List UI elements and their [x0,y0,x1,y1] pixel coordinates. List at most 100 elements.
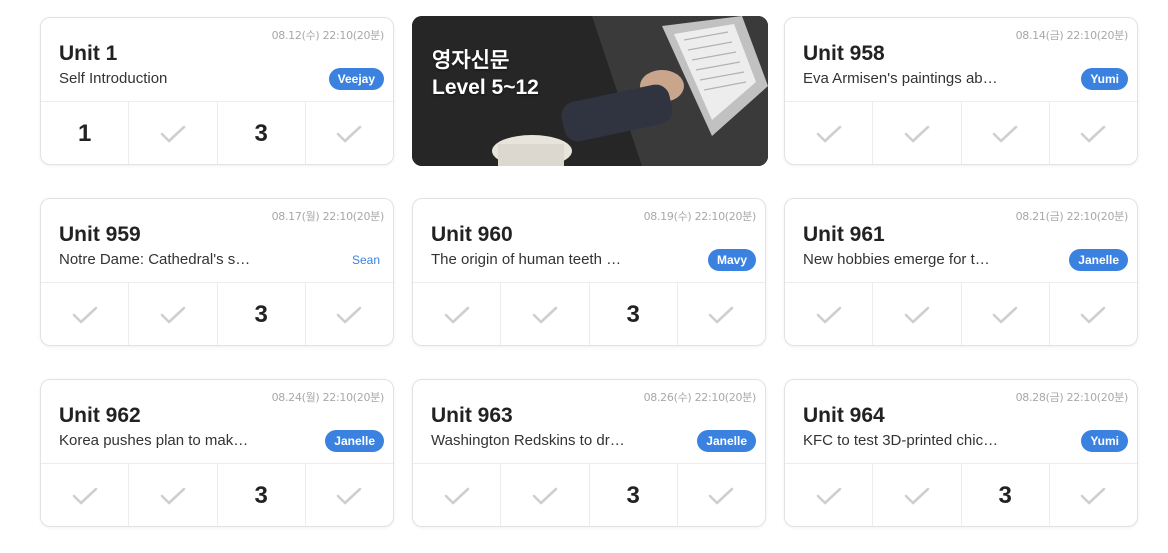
lesson-grid: 08.12(수) 22:10(20분) Unit 1 Self Introduc… [0,0,1168,553]
step-cell[interactable] [785,102,874,164]
check-icon [444,306,469,324]
unit-title: Unit 960 [431,223,513,246]
check-icon [160,306,186,324]
check-icon [1081,487,1106,505]
lesson-card-unit-959[interactable]: 08.17(월) 22:10(20분) Unit 959 Notre Dame:… [40,198,394,346]
unit-subtitle: Eva Armisen's paintings ab… [803,70,998,87]
step-cell[interactable]: 3 [218,283,306,345]
step-cell[interactable]: 3 [590,283,678,345]
check-icon [816,306,841,324]
step-cell[interactable] [873,102,962,164]
step-cell[interactable] [678,464,765,526]
step-cell[interactable] [1050,102,1137,164]
check-icon [904,487,930,505]
step-cell[interactable] [785,464,874,526]
step-cell[interactable] [413,464,502,526]
check-icon [532,487,558,505]
unit-subtitle: The origin of human teeth … [431,251,622,268]
check-icon [709,487,734,505]
check-icon [444,487,469,505]
progress-row: 3 [41,283,393,345]
check-icon [992,125,1018,143]
check-icon [904,306,930,324]
step-cell[interactable]: 3 [218,464,306,526]
step-cell[interactable] [501,464,590,526]
step-cell[interactable] [873,283,962,345]
banner-title: 영자신문 [432,48,510,72]
check-icon [1081,306,1106,324]
lesson-date: 08.19(수) 22:10(20분) [643,210,757,223]
tutor-badge: Yumi [1081,68,1128,90]
step-cell[interactable] [306,464,393,526]
step-cell[interactable] [785,283,874,345]
tutor-badge: Mavy [707,249,756,271]
step-cell[interactable] [41,283,130,345]
check-icon [904,125,930,143]
lesson-card-unit-1[interactable]: 08.12(수) 22:10(20분) Unit 1 Self Introduc… [40,17,394,165]
lesson-date: 08.28(금) 22:10(20분) [1015,391,1129,404]
progress-row [785,102,1137,164]
step-cell[interactable] [962,102,1050,164]
unit-title: Unit 962 [59,404,141,427]
lesson-date: 08.17(월) 22:10(20분) [271,210,385,223]
step-cell[interactable]: 3 [218,102,306,164]
step-cell[interactable] [129,102,218,164]
step-cell[interactable] [306,283,393,345]
progress-row: 3 [785,464,1137,526]
card-header: 08.19(수) 22:10(20분) Unit 960 The origin … [413,199,765,283]
check-icon [709,306,734,324]
check-icon [337,125,362,143]
step-cell[interactable] [1050,464,1137,526]
progress-row: 3 [41,464,393,526]
card-header: 08.12(수) 22:10(20분) Unit 1 Self Introduc… [41,18,393,102]
lesson-card-unit-964[interactable]: 08.28(금) 22:10(20분) Unit 964 KFC to test… [784,379,1138,527]
banner-level: Level 5~12 [432,76,539,99]
lesson-date: 08.12(수) 22:10(20분) [271,29,385,42]
lesson-card-unit-960[interactable]: 08.19(수) 22:10(20분) Unit 960 The origin … [412,198,766,346]
tutor-badge: Janelle [325,430,384,452]
lesson-card-unit-963[interactable]: 08.26(수) 22:10(20분) Unit 963 Washington … [412,379,766,527]
step-cell[interactable] [873,464,962,526]
lesson-card-unit-962[interactable]: 08.24(월) 22:10(20분) Unit 962 Korea pushe… [40,379,394,527]
check-icon [337,306,362,324]
tutor-badge: Veejay [328,68,384,90]
step-cell[interactable] [41,464,130,526]
lesson-card-unit-961[interactable]: 08.21(금) 22:10(20분) Unit 961 New hobbies… [784,198,1138,346]
unit-title: Unit 959 [59,223,141,246]
step-cell[interactable] [678,283,765,345]
progress-row: 3 [413,464,765,526]
unit-title: Unit 961 [803,223,885,246]
step-cell[interactable] [962,283,1050,345]
lesson-date: 08.26(수) 22:10(20분) [643,391,757,404]
progress-row: 3 [413,283,765,345]
step-cell[interactable] [413,283,502,345]
card-header: 08.14(금) 22:10(20분) Unit 958 Eva Armisen… [785,18,1137,102]
unit-subtitle: New hobbies emerge for t… [803,251,990,268]
check-icon [72,306,97,324]
card-header: 08.26(수) 22:10(20분) Unit 963 Washington … [413,380,765,464]
check-icon [532,306,558,324]
step-cell[interactable]: 1 [41,102,130,164]
check-icon [160,487,186,505]
lesson-card-unit-958[interactable]: 08.14(금) 22:10(20분) Unit 958 Eva Armisen… [784,17,1138,165]
unit-title: Unit 963 [431,404,513,427]
check-icon [1081,125,1106,143]
unit-subtitle: Korea pushes plan to mak… [59,432,249,449]
check-icon [337,487,362,505]
step-cell[interactable]: 3 [590,464,678,526]
lesson-date: 08.14(금) 22:10(20분) [1015,29,1129,42]
check-icon [816,487,841,505]
tutor-badge: Yumi [1081,430,1128,452]
card-header: 08.28(금) 22:10(20분) Unit 964 KFC to test… [785,380,1137,464]
lesson-date: 08.21(금) 22:10(20분) [1015,210,1129,223]
newspaper-banner[interactable]: 영자신문 Level 5~12 [412,16,768,166]
unit-subtitle: Notre Dame: Cathedral's s… [59,251,251,268]
step-cell[interactable] [129,464,218,526]
step-cell[interactable] [1050,283,1137,345]
step-cell[interactable]: 3 [962,464,1050,526]
lesson-date: 08.24(월) 22:10(20분) [271,391,385,404]
unit-title: Unit 1 [59,42,118,65]
step-cell[interactable] [129,283,218,345]
step-cell[interactable] [306,102,393,164]
step-cell[interactable] [501,283,590,345]
